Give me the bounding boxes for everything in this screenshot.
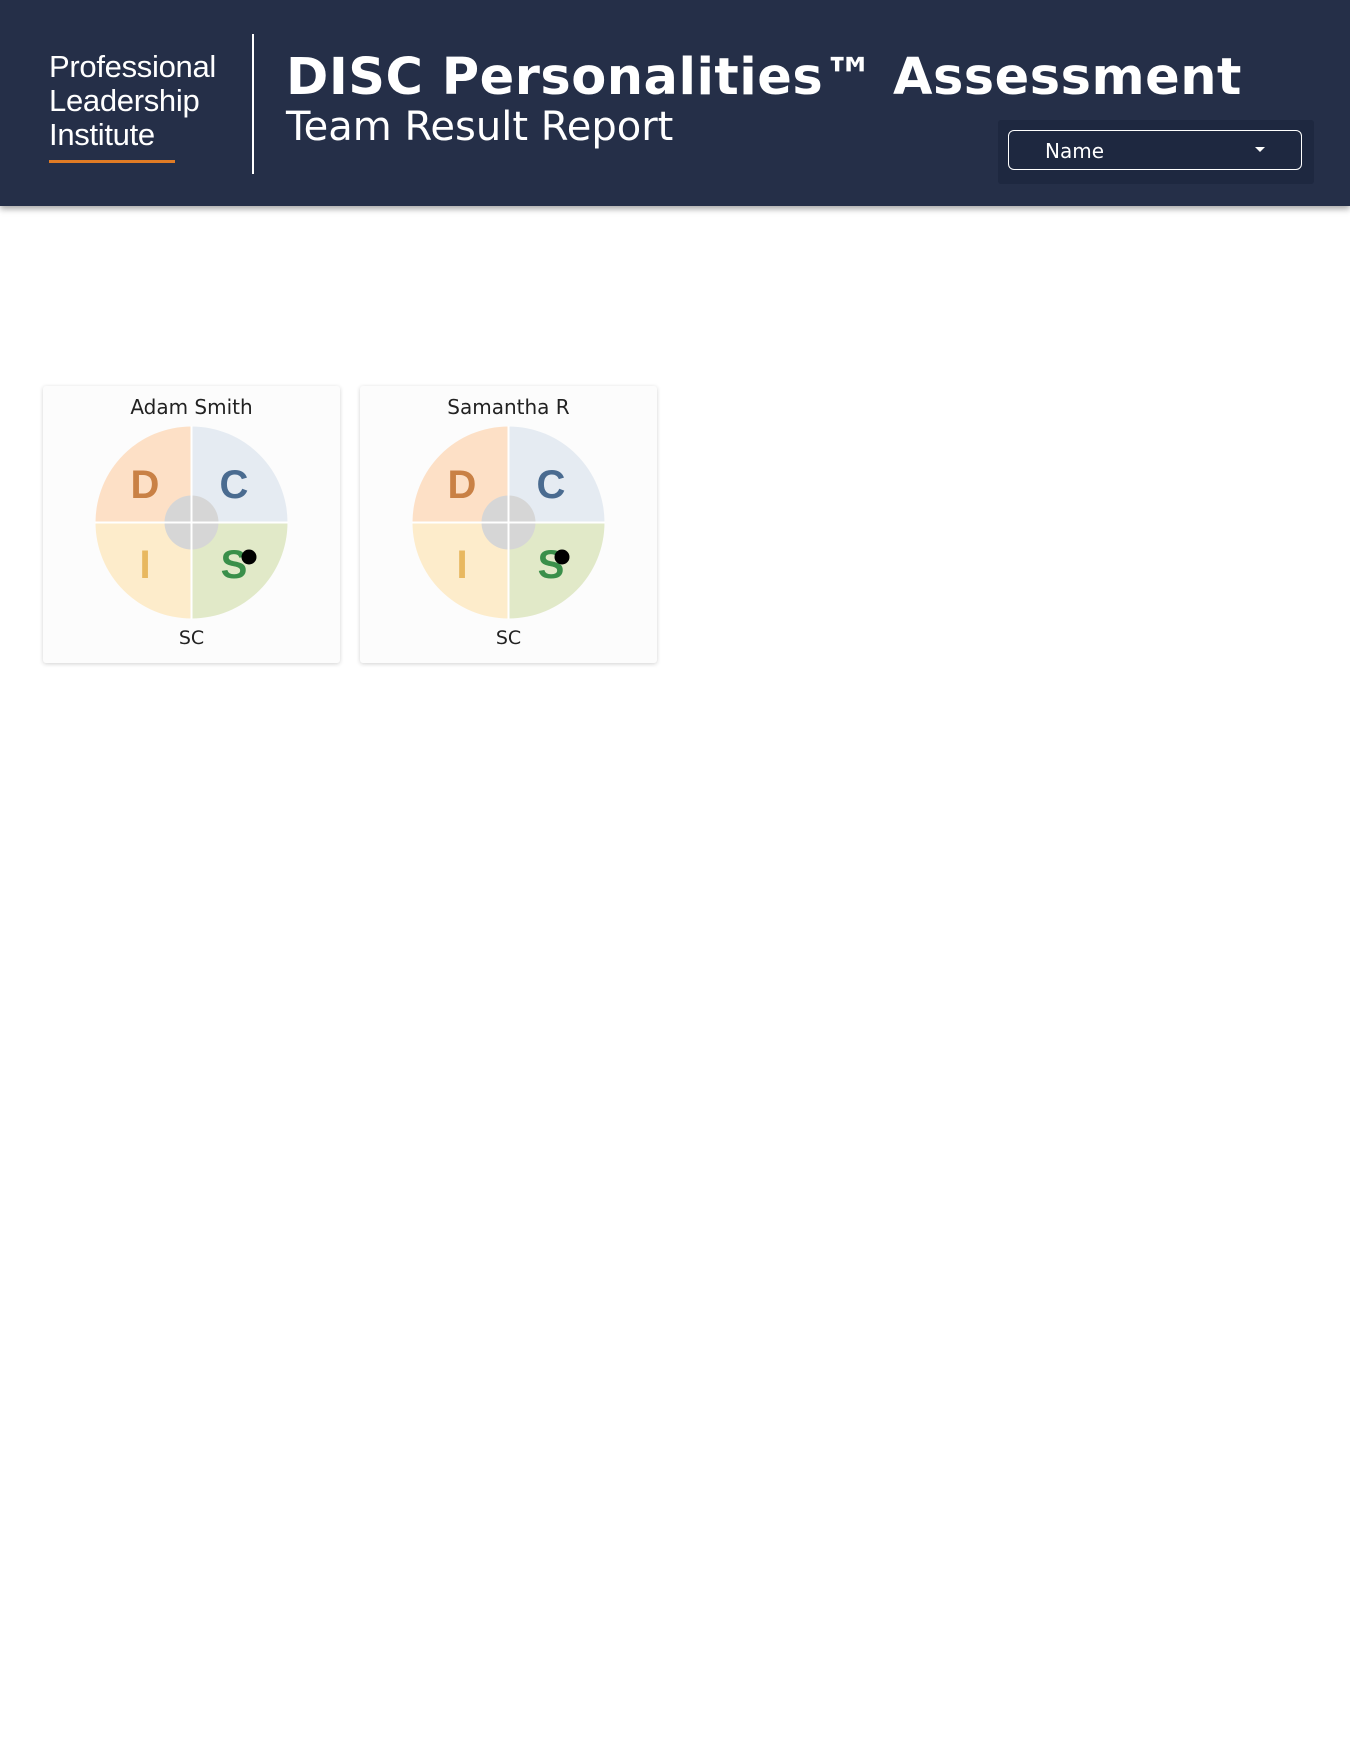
- app-header: Professional Leadership Institute DISC P…: [0, 0, 1350, 206]
- letter-i: I: [139, 543, 150, 587]
- member-name: Samantha R: [447, 395, 570, 419]
- member-type: SC: [495, 627, 522, 649]
- letter-c: C: [220, 463, 249, 507]
- letter-d: D: [448, 463, 477, 507]
- company-logo: Professional Leadership Institute: [49, 50, 249, 163]
- logo-line-3: Institute: [49, 117, 155, 152]
- member-name: Adam Smith: [130, 395, 253, 419]
- logo-underline: [49, 160, 175, 163]
- result-marker: [241, 549, 257, 565]
- result-marker: [554, 549, 570, 565]
- page-subtitle: Team Result Report: [286, 104, 674, 150]
- letter-d: D: [131, 463, 160, 507]
- letter-s: S: [221, 543, 248, 587]
- team-member-card[interactable]: Adam Smith D C I S SC: [43, 386, 340, 663]
- logo-line-2: Leadership: [49, 83, 200, 118]
- sort-select[interactable]: Name: [1008, 130, 1302, 170]
- letter-i: I: [456, 543, 467, 587]
- sort-select-container: Name: [998, 120, 1314, 184]
- disc-circle-chart: D C I S: [412, 426, 605, 619]
- team-member-card[interactable]: Samantha R D C I S SC: [360, 386, 657, 663]
- page-title: DISC Personalities™ Assessment: [286, 48, 1242, 107]
- header-divider: [252, 34, 254, 174]
- logo-line-1: Professional: [49, 49, 216, 84]
- sort-select-value: Name: [1045, 139, 1105, 163]
- caret-down-icon: [1255, 147, 1265, 152]
- member-type: SC: [178, 627, 205, 649]
- letter-s: S: [538, 543, 565, 587]
- disc-circle-chart: D C I S: [95, 426, 288, 619]
- letter-c: C: [537, 463, 566, 507]
